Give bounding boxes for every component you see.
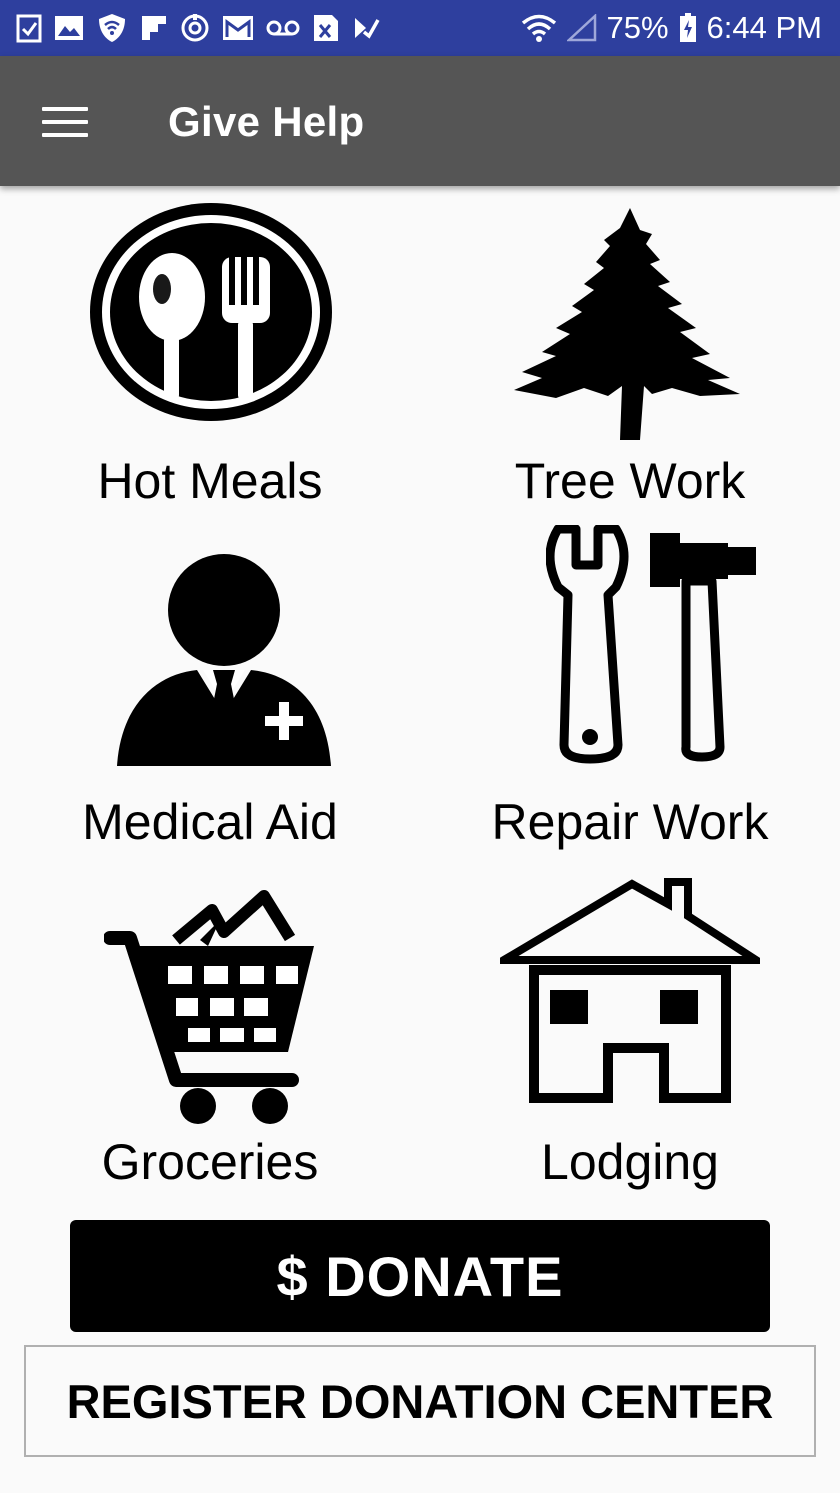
category-label: Hot Meals xyxy=(97,453,323,509)
tools-icon xyxy=(546,525,756,764)
category-hot-meals[interactable]: Hot Meals xyxy=(0,196,420,516)
house-icon xyxy=(500,878,760,1103)
category-label: Lodging xyxy=(541,1134,719,1190)
excel-icon xyxy=(314,15,338,41)
category-groceries[interactable]: Groceries xyxy=(0,880,420,1200)
hamburger-menu-icon[interactable] xyxy=(42,107,88,137)
category-repair-work[interactable]: Repair Work xyxy=(420,525,840,860)
flipboard-icon xyxy=(142,16,166,40)
category-label: Repair Work xyxy=(491,794,769,850)
notification-icons xyxy=(16,12,380,44)
category-label: Medical Aid xyxy=(82,794,338,850)
category-lodging[interactable]: Lodging xyxy=(420,876,840,1200)
voicemail-icon xyxy=(266,20,300,36)
gmail-icon xyxy=(223,16,253,40)
signal-icon xyxy=(566,14,596,42)
sync-icon xyxy=(181,14,209,42)
system-status: 75% 6:44 PM xyxy=(521,10,822,46)
shield-wifi-icon xyxy=(99,14,125,42)
battery-charging-icon xyxy=(679,13,696,42)
donate-button[interactable]: $ DONATE xyxy=(70,1220,770,1332)
check-arrow-icon xyxy=(355,18,380,39)
category-label: Tree Work xyxy=(514,453,746,509)
status-bar: 75% 6:44 PM xyxy=(0,0,840,56)
utensils-icon xyxy=(90,203,332,421)
category-label: Groceries xyxy=(101,1134,319,1190)
page-title: Give Help xyxy=(168,98,365,145)
image-icon xyxy=(55,16,83,40)
shopping-cart-icon xyxy=(104,890,314,1124)
category-tree-work[interactable]: Tree Work xyxy=(420,196,840,516)
medic-person-icon xyxy=(117,554,331,766)
checkbox-icon xyxy=(16,14,42,43)
wifi-icon xyxy=(521,14,556,42)
app-bar: Give Help xyxy=(0,56,840,186)
category-medical-aid[interactable]: Medical Aid xyxy=(0,540,420,860)
register-donation-center-button[interactable]: REGISTER DONATION CENTER xyxy=(24,1345,816,1457)
clock: 6:44 PM xyxy=(706,10,822,45)
tree-icon xyxy=(514,208,740,440)
battery-percent: 75% xyxy=(606,10,669,45)
